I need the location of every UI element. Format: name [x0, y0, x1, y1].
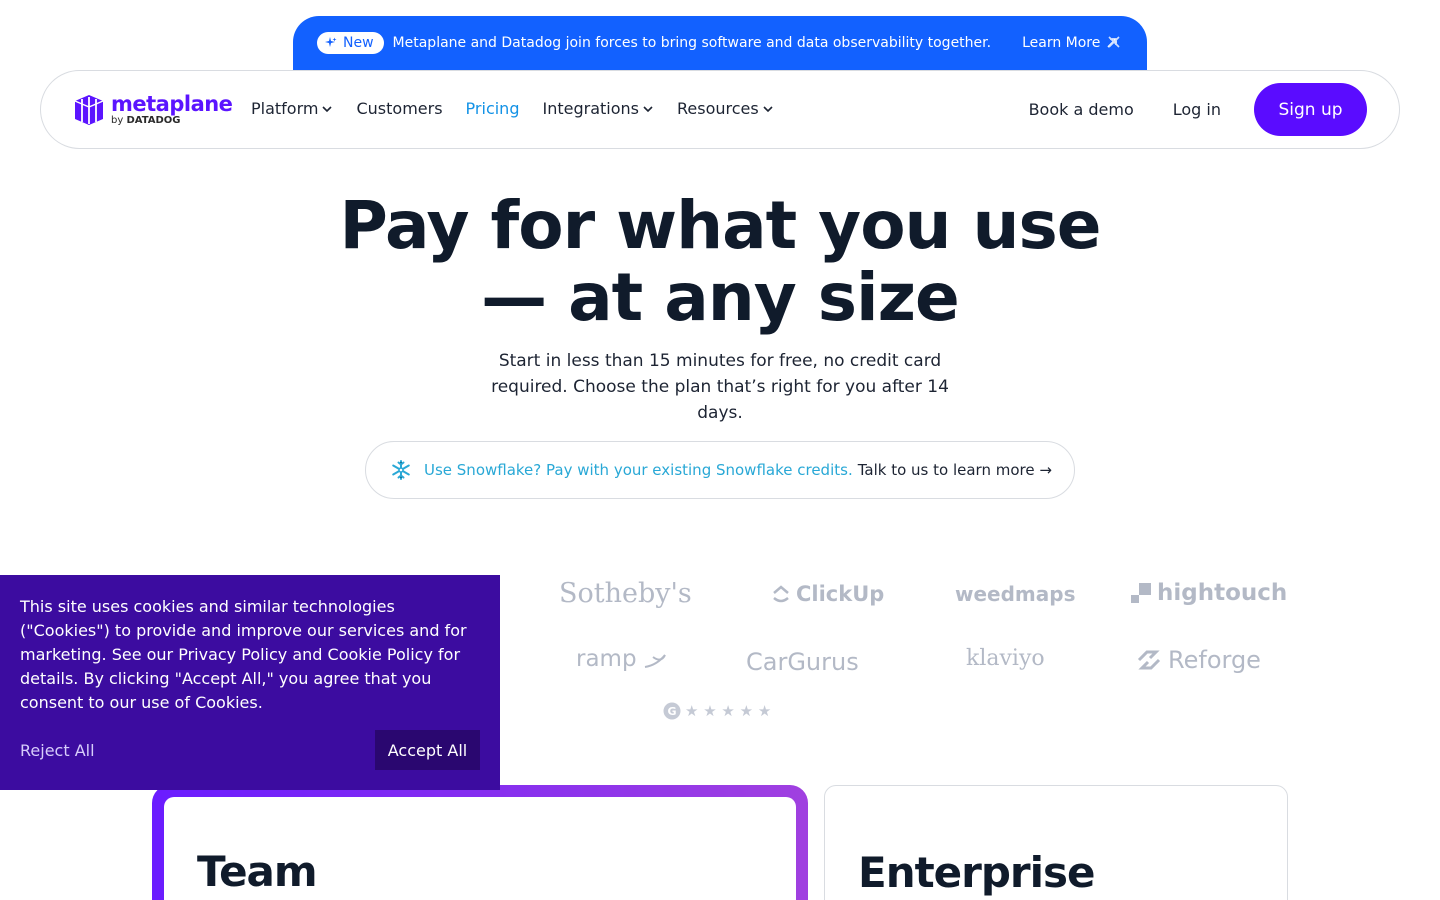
plan-title: Team — [197, 847, 318, 896]
title-line-2: — at any size — [481, 259, 960, 336]
nav-integrations[interactable]: Integrations — [542, 99, 654, 118]
snowflake-banner[interactable]: Use Snowflake? Pay with your existing Sn… — [365, 441, 1075, 499]
nav-pricing[interactable]: Pricing — [466, 99, 520, 118]
new-badge: New — [317, 32, 384, 54]
star-rating: ★ ★ ★ ★ ★ — [685, 702, 772, 720]
customer-logo: Reforge — [1136, 646, 1261, 674]
rating: G ★ ★ ★ ★ ★ — [663, 702, 771, 720]
nav-customers[interactable]: Customers — [356, 99, 442, 118]
learn-more-link[interactable]: Learn More — [1022, 35, 1118, 51]
title-line-1: Pay for what you use — [339, 187, 1101, 264]
customer-logo: ramp — [576, 646, 667, 672]
page-title: Pay for what you use — at any size — [0, 190, 1440, 334]
reforge-icon — [1137, 650, 1161, 670]
customer-logo: klaviyo — [966, 646, 1045, 671]
reject-all-button[interactable]: Reject All — [20, 741, 95, 760]
customer-logo: ClickUp — [772, 582, 884, 606]
ramp-icon — [644, 654, 666, 668]
chevron-down-icon — [322, 105, 333, 112]
customer-logo: weedmaps — [955, 582, 1076, 606]
customer-logo: hightouch — [1131, 580, 1287, 606]
enterprise-plan-card: Enterprise — [824, 785, 1288, 900]
clickup-icon — [773, 585, 789, 603]
accept-all-button[interactable]: Accept All — [375, 730, 480, 770]
cookie-text: This site uses cookies and similar techn… — [20, 597, 467, 712]
snowflake-cta[interactable]: Talk to us to learn more → — [858, 461, 1052, 479]
book-demo-link[interactable]: Book a demo — [1029, 100, 1134, 119]
svg-text:G: G — [667, 705, 676, 718]
chevron-down-icon — [643, 105, 653, 112]
main-nav: metaplane by DATADOG Platform Customers … — [40, 70, 1400, 149]
hero-subtitle: Start in less than 15 minutes for free, … — [491, 351, 949, 423]
nav-resources[interactable]: Resources — [677, 99, 774, 118]
chevron-down-icon — [763, 105, 773, 112]
cookie-banner: This site uses cookies and similar techn… — [0, 575, 500, 790]
snowflake-icon — [392, 460, 410, 480]
team-plan-card: Team — [152, 785, 808, 900]
metaplane-logo[interactable]: metaplane by DATADOG — [73, 92, 233, 127]
login-link[interactable]: Log in — [1173, 100, 1221, 119]
nav-links: Platform Customers Pricing Integrations … — [251, 99, 774, 118]
g2-icon: G — [663, 702, 681, 720]
announcement-bar: New Metaplane and Datadog join forces to… — [293, 16, 1147, 70]
plan-title: Enterprise — [858, 848, 1096, 897]
brand-name: metaplane — [111, 92, 233, 116]
customer-logos: Sotheby's ClickUp weedmaps hightouch ram… — [520, 570, 1300, 680]
customer-logo: CarGurus — [746, 648, 859, 676]
signup-button[interactable]: Sign up — [1254, 83, 1367, 136]
hightouch-icon — [1131, 583, 1151, 603]
announcement-message: Metaplane and Datadog join forces to bri… — [392, 35, 992, 51]
close-icon[interactable] — [1105, 33, 1123, 51]
nav-platform[interactable]: Platform — [251, 99, 333, 118]
learn-more-label: Learn More — [1022, 35, 1101, 51]
brand-by: by DATADOG — [111, 115, 181, 126]
customer-logo: Sotheby's — [559, 578, 692, 609]
sparkle-icon — [325, 37, 337, 47]
snowflake-link[interactable]: Use Snowflake? Pay with your existing Sn… — [424, 461, 853, 479]
metaplane-logo-icon — [74, 95, 104, 125]
new-badge-label: New — [343, 35, 374, 51]
